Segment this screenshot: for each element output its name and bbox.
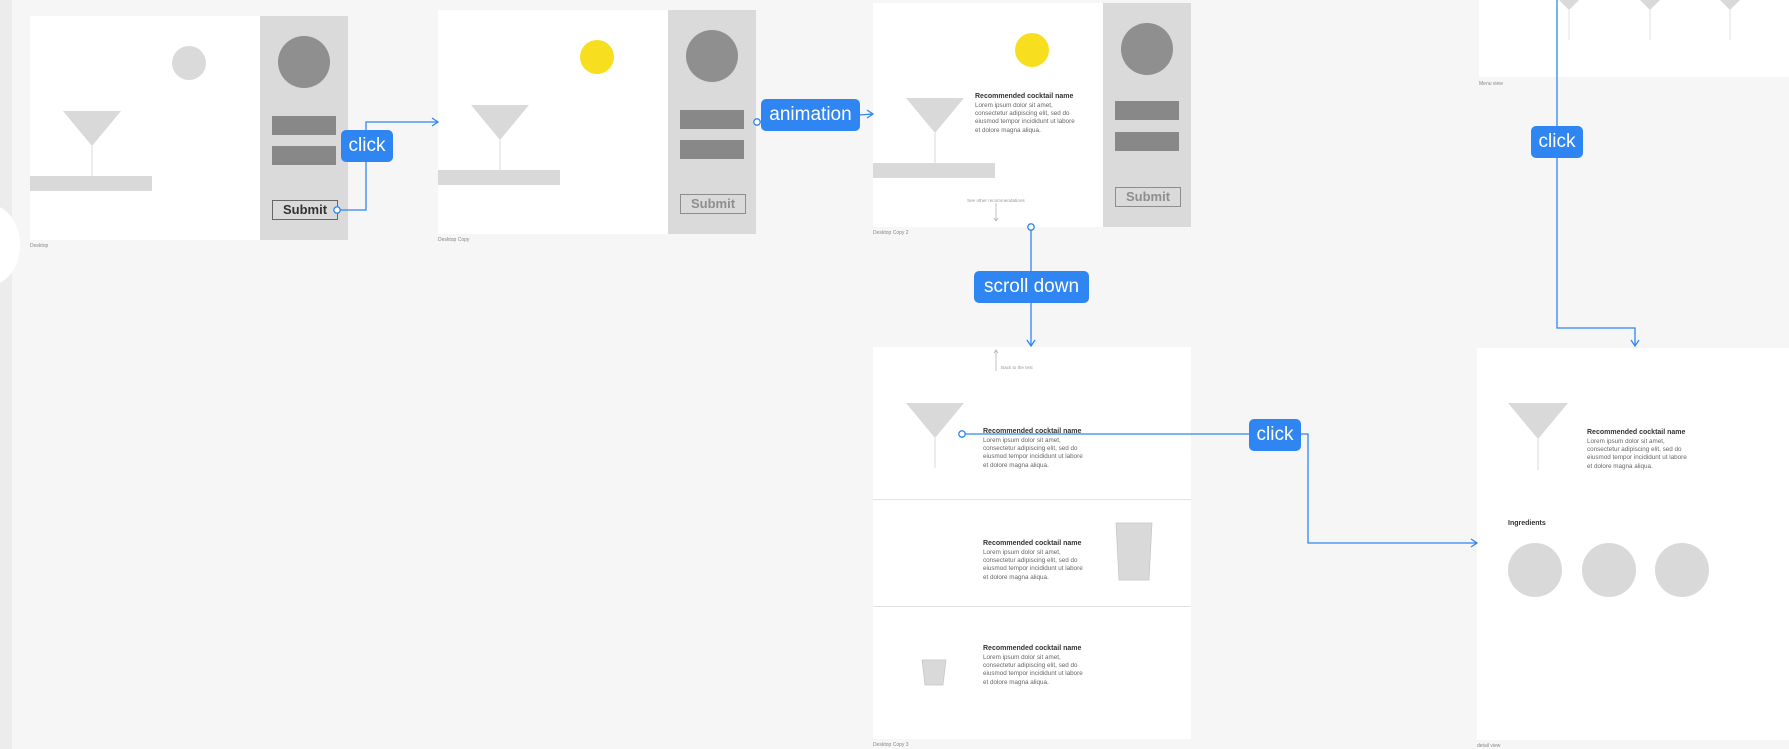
interaction-badge-click[interactable]: click <box>1249 419 1301 451</box>
interaction-badge-click[interactable]: click <box>341 130 393 162</box>
interaction-badge-animation[interactable]: animation <box>761 99 860 131</box>
interaction-badge-scroll-down[interactable]: scroll down <box>974 271 1089 303</box>
interaction-badge-click[interactable]: click <box>1531 126 1583 158</box>
flow-connectors <box>333 0 1640 548</box>
prototype-canvas: Submit Desktop Submit Desktop Copy Recom… <box>0 0 1789 749</box>
